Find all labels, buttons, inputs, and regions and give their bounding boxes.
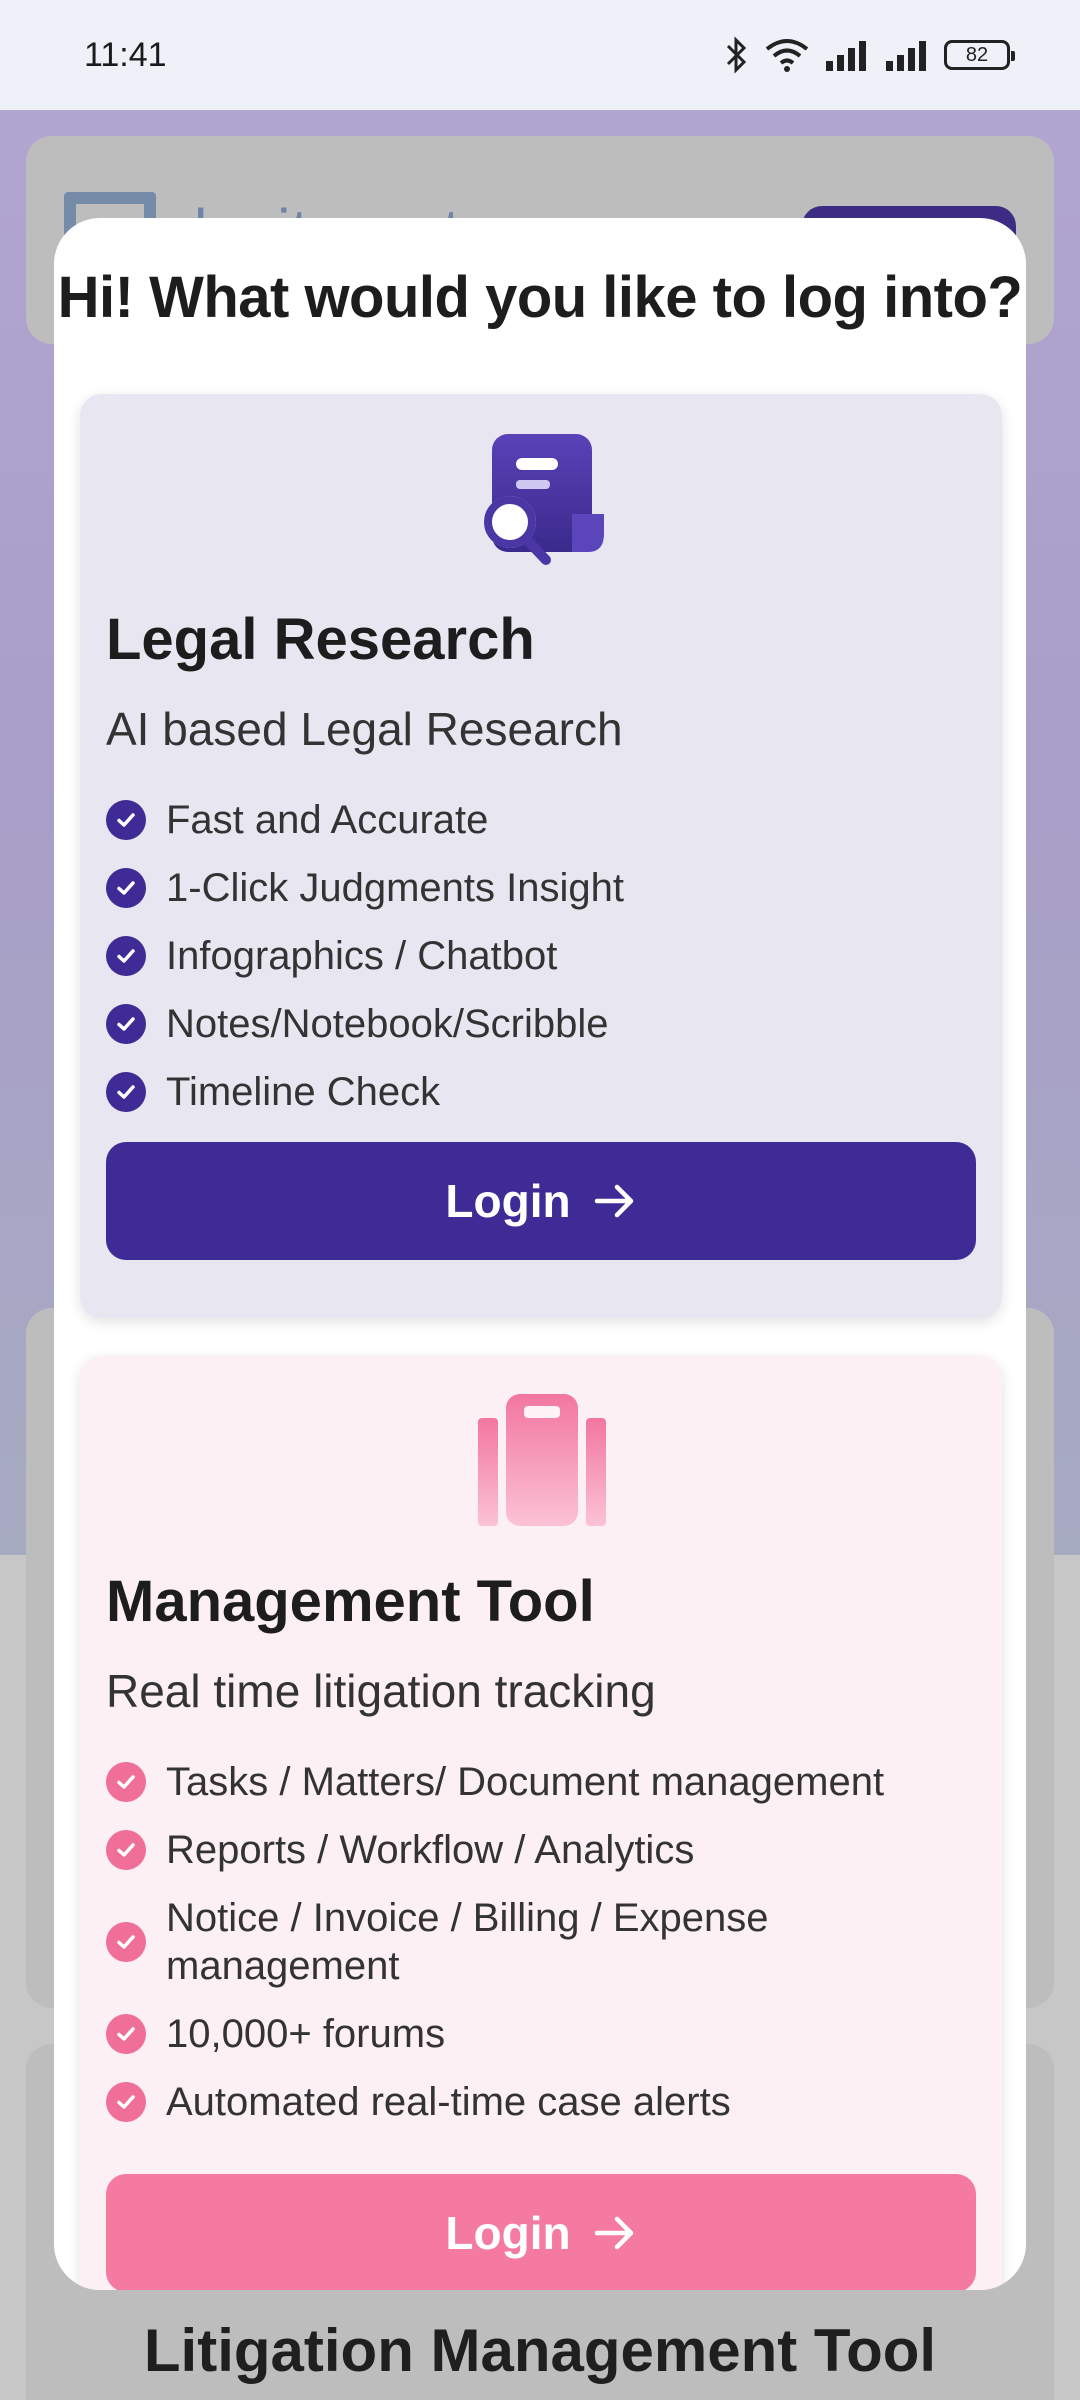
list-item: Tasks / Matters/ Document management — [106, 1758, 946, 1806]
check-circle-icon — [106, 1922, 146, 1962]
feature-label: Reports / Workflow / Analytics — [166, 1828, 695, 1872]
check-circle-icon — [106, 868, 146, 908]
login-button-label: Login — [445, 1175, 571, 1227]
modal-title: Hi! What would you like to log into? — [57, 265, 1023, 330]
card-title: Legal Research — [106, 607, 535, 672]
management-tool-card: Management Tool Real time litigation tra… — [80, 1356, 1002, 2290]
feature-label: 1-Click Judgments Insight — [166, 866, 624, 910]
signal-icon — [826, 41, 866, 71]
check-circle-icon — [106, 1004, 146, 1044]
check-circle-icon — [106, 2014, 146, 2054]
bluetooth-icon — [726, 36, 747, 74]
list-item: Automated real-time case alerts — [106, 2078, 946, 2126]
signal-icon — [886, 41, 926, 71]
feature-label: Notice / Invoice / Billing / Expense man… — [166, 1896, 769, 1988]
check-circle-icon — [106, 1072, 146, 1112]
arrow-right-icon — [594, 2216, 633, 2250]
login-button-label: Login — [445, 2207, 571, 2259]
status-time: 11:41 — [84, 35, 167, 74]
wifi-icon — [765, 39, 809, 72]
management-tool-login-button[interactable]: Login — [106, 2174, 976, 2290]
list-item: Timeline Check — [106, 1068, 976, 1116]
battery-icon: 82 — [944, 40, 1015, 70]
feature-list: Tasks / Matters/ Document management Rep… — [106, 1758, 946, 2146]
list-item: Notice / Invoice / Billing / Expense man… — [106, 1894, 946, 1990]
list-item: Fast and Accurate — [106, 796, 976, 844]
list-item: Reports / Workflow / Analytics — [106, 1826, 946, 1874]
list-item: 10,000+ forums — [106, 2010, 946, 2058]
feature-label: Timeline Check — [166, 1070, 441, 1114]
card-title: Management Tool — [106, 1569, 595, 1634]
feature-list: Fast and Accurate 1-Click Judgments Insi… — [106, 796, 976, 1136]
list-item: Notes/Notebook/Scribble — [106, 1000, 976, 1048]
card-subtitle: AI based Legal Research — [106, 703, 623, 755]
status-bar: 11:41 82 — [0, 0, 1080, 110]
check-circle-icon — [106, 800, 146, 840]
briefcase-icon — [478, 1394, 606, 1526]
check-circle-icon — [106, 936, 146, 976]
feature-label: Automated real-time case alerts — [166, 2080, 731, 2124]
document-search-icon — [484, 434, 604, 565]
battery-level: 82 — [965, 43, 989, 66]
check-circle-icon — [106, 1762, 146, 1802]
feature-label: Notes/Notebook/Scribble — [166, 1002, 609, 1046]
check-circle-icon — [106, 1830, 146, 1870]
arrow-right-icon — [594, 1184, 633, 1218]
feature-label: Infographics / Chatbot — [166, 934, 558, 978]
list-item: Infographics / Chatbot — [106, 932, 976, 980]
list-item: 1-Click Judgments Insight — [106, 864, 976, 912]
background-section-title: Litigation Management Tool — [143, 2317, 937, 2384]
legal-research-card: Legal Research AI based Legal Research F… — [80, 394, 1002, 1318]
check-circle-icon — [106, 2082, 146, 2122]
login-choice-modal: Hi! What would you like to log into? Leg… — [54, 218, 1026, 2290]
feature-label: 10,000+ forums — [166, 2012, 446, 2056]
feature-label: Tasks / Matters/ Document management — [166, 1760, 885, 1804]
card-subtitle: Real time litigation tracking — [106, 1665, 656, 1717]
feature-label: Fast and Accurate — [166, 798, 489, 842]
status-icons: 82 — [724, 36, 1015, 74]
legal-research-login-button[interactable]: Login — [106, 1142, 976, 1260]
